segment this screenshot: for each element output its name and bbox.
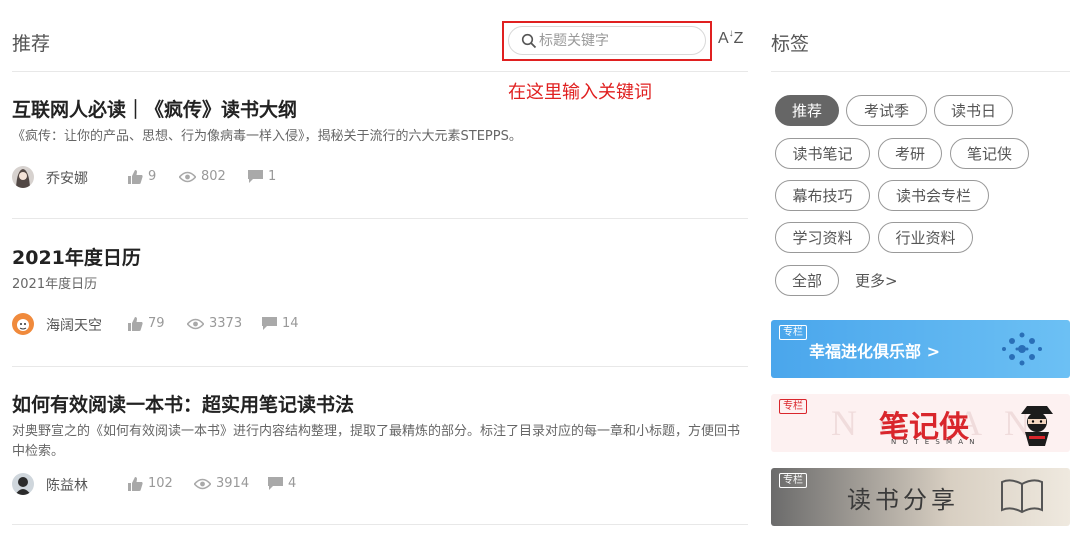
- tag-exam-season[interactable]: 考试季: [846, 95, 927, 126]
- article-desc: 《疯传：让你的产品、思想、行为像病毒一样入侵》，揭秘关于流行的六大元素STEPP…: [12, 129, 522, 144]
- article-meta: 陈益林 102 3914 4: [12, 473, 512, 497]
- tags-panel: 标签 推荐 考试季 读书日 读书笔记 考研 笔记侠 幕布技巧 读书会专栏 学习资…: [771, 0, 1070, 533]
- article-title[interactable]: 2021年度日历: [12, 243, 141, 270]
- view-count: 3373: [187, 316, 242, 331]
- article-desc: 2021年度日历: [12, 277, 98, 292]
- eye-icon: [187, 318, 204, 329]
- comment-icon: [248, 170, 263, 183]
- author-name[interactable]: 乔安娜: [46, 168, 88, 188]
- tag-industry-materials[interactable]: 行业资料: [878, 222, 973, 253]
- ninja-mascot-icon: [1021, 406, 1053, 446]
- like-count[interactable]: 9: [128, 169, 156, 184]
- tags-header: 标签: [771, 0, 1070, 72]
- article-title[interactable]: 互联网人必读｜《疯传》读书大纲: [12, 95, 297, 122]
- article-meta: 海阔天空 79 3373 14: [12, 313, 512, 337]
- comment-count[interactable]: 4: [268, 476, 296, 491]
- tag-mubu-tips[interactable]: 幕布技巧: [775, 180, 870, 211]
- article-item[interactable]: 2021年度日历 2021年度日历 海阔天空 79 3373 14: [12, 219, 748, 367]
- tag-reading-day[interactable]: 读书日: [934, 95, 1013, 126]
- eye-icon: [179, 171, 196, 182]
- article-desc: 对奥野宣之的《如何有效阅读一本书》进行内容结构整理，提取了最精炼的部分。标注了目…: [12, 424, 741, 459]
- tag-kaoyan[interactable]: 考研: [878, 138, 942, 169]
- comment-count[interactable]: 14: [262, 316, 299, 331]
- network-graphic-icon: [1002, 332, 1042, 366]
- banner-subtitle: N O T E S M A N: [891, 438, 977, 446]
- comment-icon: [262, 317, 277, 330]
- page-title: 推荐: [12, 33, 51, 55]
- article-item[interactable]: 互联网人必读｜《疯传》读书大纲 《疯传：让你的产品、思想、行为像病毒一样入侵》，…: [12, 72, 748, 219]
- article-meta: 乔安娜 9 802 1: [12, 166, 512, 190]
- banner-title: 读书分享: [847, 486, 959, 514]
- thumbs-up-icon: [128, 476, 143, 491]
- tag-book-club[interactable]: 读书会专栏: [878, 180, 989, 211]
- author-name[interactable]: 陈益林: [46, 475, 88, 495]
- column-badge: 专栏: [779, 325, 807, 340]
- tags-title: 标签: [771, 33, 810, 55]
- eye-icon: [194, 478, 211, 489]
- tag-study-materials[interactable]: 学习资料: [775, 222, 870, 253]
- comment-icon: [268, 477, 283, 490]
- column-badge: 专栏: [779, 473, 807, 488]
- tag-notesman[interactable]: 笔记侠: [950, 138, 1029, 169]
- avatar[interactable]: [12, 166, 34, 188]
- view-count: 3914: [194, 476, 249, 491]
- comment-count[interactable]: 1: [248, 169, 276, 184]
- like-count[interactable]: 79: [128, 316, 165, 331]
- open-book-icon: [1001, 479, 1043, 514]
- view-count: 802: [179, 169, 226, 184]
- avatar[interactable]: [12, 473, 34, 495]
- banner-happiness-club[interactable]: 专栏 幸福进化俱乐部 >: [771, 320, 1070, 378]
- article-item[interactable]: 如何有效阅读一本书：超实用笔记读书法 对奥野宣之的《如何有效阅读一本书》进行内容…: [12, 367, 748, 525]
- banner-title: 幸福进化俱乐部 >: [809, 342, 940, 361]
- avatar[interactable]: [12, 313, 34, 335]
- banner-notesman[interactable]: 专栏 NO AN 笔记侠 N O T E S M A N: [771, 394, 1070, 452]
- thumbs-up-icon: [128, 169, 143, 184]
- author-name[interactable]: 海阔天空: [46, 315, 102, 335]
- sort-az-icon[interactable]: A↓Z: [718, 28, 743, 48]
- tag-reading-notes[interactable]: 读书笔记: [775, 138, 870, 169]
- column-badge: 专栏: [779, 399, 807, 414]
- article-list-panel: 推荐 A↓Z 在这里输入关键词 互联网人必读｜《疯传》读书大纲 《疯传：让你的产…: [12, 0, 748, 533]
- like-count[interactable]: 102: [128, 476, 173, 491]
- thumbs-up-icon: [128, 316, 143, 331]
- banner-book-sharing[interactable]: 专栏 读书分享: [771, 468, 1070, 526]
- more-tags-link[interactable]: 更多>: [855, 270, 898, 291]
- tag-recommend[interactable]: 推荐: [775, 95, 839, 126]
- tag-all[interactable]: 全部: [775, 265, 839, 296]
- search-highlight-annotation-box: [502, 21, 712, 61]
- article-title[interactable]: 如何有效阅读一本书：超实用笔记读书法: [12, 390, 354, 417]
